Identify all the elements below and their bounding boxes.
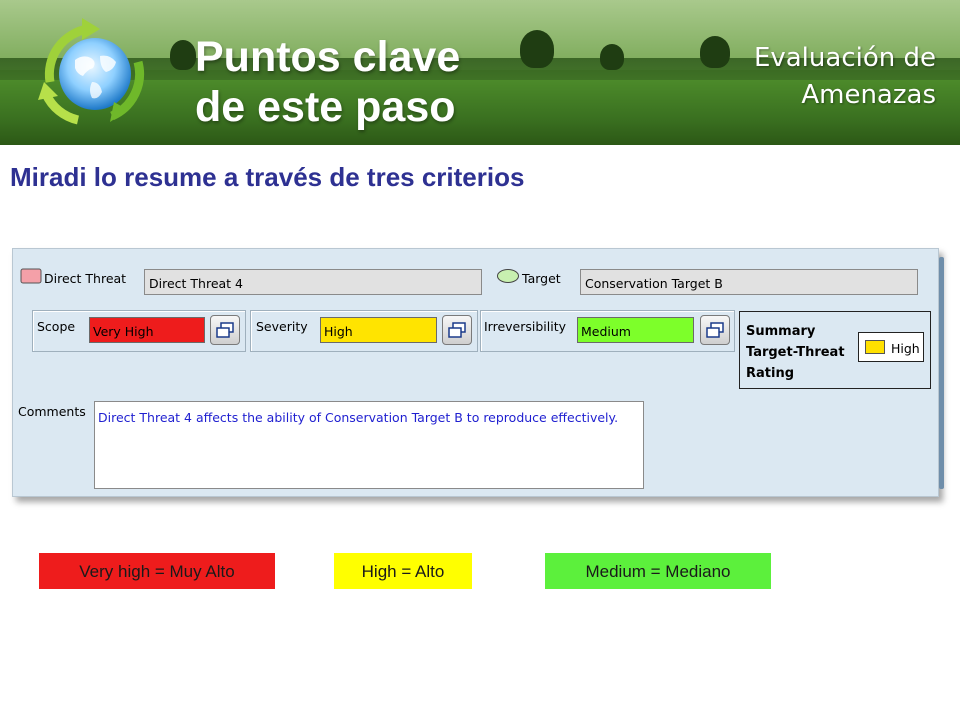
irreversibility-label: Irreversibility: [484, 319, 567, 334]
summary-rating-value: High: [891, 341, 920, 356]
severity-group: Severity High: [250, 310, 478, 352]
comments-textarea[interactable]: Direct Threat 4 affects the ability of C…: [94, 401, 644, 489]
direct-threat-icon: [20, 268, 42, 284]
scope-label: Scope: [37, 319, 76, 334]
scope-picker-button[interactable]: [210, 315, 240, 345]
legend-medium: Medium = Mediano: [545, 553, 771, 589]
scope-group: Scope Very High: [32, 310, 246, 352]
page-title: Puntos clave de este paso: [195, 33, 461, 131]
summary-rating-box: Summary Target-Threat Rating High: [739, 311, 931, 389]
irreversibility-group: Irreversibility Medium: [480, 310, 735, 352]
window-icon: [706, 322, 724, 338]
direct-threat-label: Direct Threat: [44, 271, 127, 286]
banner-tree: [170, 40, 196, 70]
banner-tree: [700, 36, 730, 68]
summary-rating-label: Summary Target-Threat Rating: [746, 324, 845, 381]
direct-threat-field[interactable]: Direct Threat 4: [144, 269, 482, 295]
legend-very-high: Very high = Muy Alto: [39, 553, 275, 589]
section-title: Evaluación de Amenazas: [753, 43, 936, 110]
window-icon: [216, 322, 234, 338]
target-icon: [497, 269, 519, 283]
slide-subtitle: Miradi lo resume a través de tres criter…: [10, 162, 525, 192]
threat-rating-form: Direct Threat Direct Threat 4 Target Con…: [12, 248, 944, 497]
summary-rating-indicator: High: [858, 332, 924, 362]
target-label: Target: [522, 271, 561, 286]
severity-picker-button[interactable]: [442, 315, 472, 345]
target-field[interactable]: Conservation Target B: [580, 269, 918, 295]
severity-label: Severity: [256, 319, 308, 334]
scope-value[interactable]: Very High: [89, 317, 205, 343]
comments-label: Comments: [18, 404, 86, 419]
globe-recycle-logo-icon: [38, 18, 145, 125]
banner-tree: [520, 30, 554, 68]
legend-high: High = Alto: [334, 553, 472, 589]
severity-value[interactable]: High: [320, 317, 437, 343]
window-icon: [448, 322, 466, 338]
irreversibility-value[interactable]: Medium: [577, 317, 694, 343]
banner-tree: [600, 44, 624, 70]
header-banner: Puntos clave de este paso Evaluación de …: [0, 0, 960, 145]
summary-color-swatch: [865, 340, 885, 354]
vertical-scrollbar[interactable]: [939, 257, 944, 489]
irreversibility-picker-button[interactable]: [700, 315, 730, 345]
